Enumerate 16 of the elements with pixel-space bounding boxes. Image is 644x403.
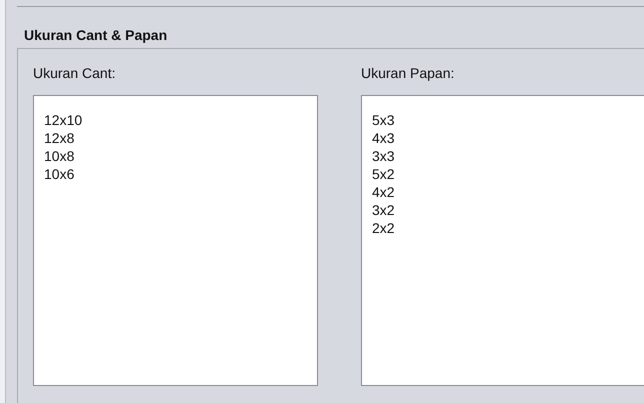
list-label: Ukuran Papan: [361,65,456,81]
list-item[interactable]: 3x2 [372,201,644,219]
list-box[interactable]: 12x10 12x8 10x8 10x6 [33,95,318,386]
list-item[interactable]: 5x2 [372,165,644,183]
list-item[interactable]: 4x2 [372,183,644,201]
list-item[interactable]: 5x3 [372,111,644,129]
list-item[interactable]: 10x6 [44,165,317,183]
list-item[interactable]: 10x8 [44,147,317,165]
list-item[interactable]: 2x2 [372,219,644,237]
list-box[interactable]: 5x3 4x3 3x3 5x2 4x2 3x2 2x2 [361,95,644,386]
list-item[interactable]: 12x8 [44,129,317,147]
list-label: Ukuran Cant: [33,65,116,81]
list-item[interactable]: 3x3 [372,147,644,165]
list-item[interactable]: 12x10 [44,111,317,129]
group-title: Ukuran Cant & Papan [23,27,168,43]
list-item[interactable]: 4x3 [372,129,644,147]
